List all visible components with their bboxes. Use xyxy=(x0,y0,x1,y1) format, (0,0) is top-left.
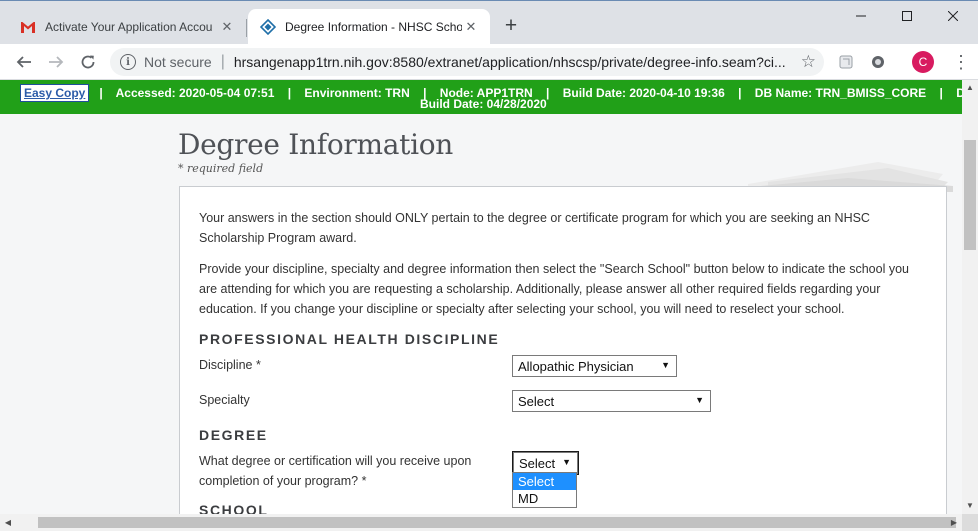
dropdown-arrow-icon: ▼ xyxy=(661,360,670,370)
degree-option-select[interactable]: Select xyxy=(513,473,576,490)
intro-paragraph-1: Your answers in the section should ONLY … xyxy=(199,211,870,245)
required-field-note: * required field xyxy=(178,162,264,175)
extension-icon[interactable] xyxy=(836,52,856,72)
page-title: Degree Information xyxy=(178,128,454,161)
url-text[interactable]: hrsangenapp1trn.nih.gov:8580/extranet/ap… xyxy=(234,54,789,70)
dropdown-arrow-icon: ▼ xyxy=(695,395,704,405)
tab-title: Degree Information - NHSC Scho xyxy=(285,20,462,34)
horizontal-scroll-thumb[interactable] xyxy=(38,517,956,528)
info-icon[interactable]: i xyxy=(120,54,136,70)
reload-icon[interactable] xyxy=(76,50,100,74)
new-tab-button[interactable]: + xyxy=(500,15,522,37)
browser-toolbar: i Not secure | hrsangenapp1trn.nih.gov:8… xyxy=(0,44,978,80)
record-extension-icon[interactable] xyxy=(868,52,888,72)
degree-option-md[interactable]: MD xyxy=(513,490,576,507)
vertical-scrollbar[interactable]: ▲ ▼ xyxy=(962,80,978,514)
discipline-select-value: Allopathic Physician xyxy=(518,358,634,374)
close-icon[interactable]: ✕ xyxy=(462,18,480,36)
easy-copy-link[interactable]: Easy Copy xyxy=(20,84,90,102)
degree-question-label: What degree or certification will you re… xyxy=(199,454,472,488)
specialty-label: Specialty xyxy=(199,393,250,407)
menu-kebab-icon[interactable]: ⋮ xyxy=(952,51,970,73)
avatar[interactable]: C xyxy=(912,51,934,73)
tab-title: Activate Your Application Accou xyxy=(45,20,213,34)
scroll-up-arrow-icon[interactable]: ▲ xyxy=(962,80,978,96)
security-label: Not secure xyxy=(144,54,212,70)
tab-strip: Activate Your Application Accou ✕ Degree… xyxy=(0,0,978,45)
divider: | xyxy=(220,53,225,70)
tab-degree-information[interactable]: Degree Information - NHSC Scho ✕ xyxy=(248,9,490,45)
degree-select[interactable]: Select ▼ xyxy=(512,451,579,475)
page-viewport: Easy Copy | Accessed: 2020-05-04 07:51 | … xyxy=(0,80,962,514)
minimize-icon[interactable] xyxy=(838,1,884,31)
window-close-icon[interactable] xyxy=(930,1,976,31)
degree-dropdown-list[interactable]: Select MD xyxy=(512,472,577,508)
back-arrow-icon[interactable] xyxy=(12,50,36,74)
scroll-right-arrow-icon[interactable]: ▶ xyxy=(946,514,962,531)
section-heading-discipline: PROFESSIONAL HEALTH DISCIPLINE xyxy=(199,331,500,347)
environment-bar: Easy Copy | Accessed: 2020-05-04 07:51 | … xyxy=(0,80,962,114)
gmail-icon xyxy=(20,19,36,35)
section-heading-school: SCHOOL xyxy=(199,502,269,514)
tab-separator xyxy=(246,19,247,37)
scroll-down-arrow-icon[interactable]: ▼ xyxy=(962,498,978,514)
db-build-date: Build Date: 04/28/2020 xyxy=(420,97,547,111)
scroll-left-arrow-icon[interactable]: ◀ xyxy=(0,514,16,531)
address-bar[interactable]: i Not secure | hrsangenapp1trn.nih.gov:8… xyxy=(110,48,824,76)
dropdown-arrow-icon: ▼ xyxy=(562,457,571,467)
section-heading-degree: DEGREE xyxy=(199,427,268,443)
close-icon[interactable]: ✕ xyxy=(218,18,236,36)
vertical-scroll-thumb[interactable] xyxy=(964,140,976,250)
specialty-select-value: Select xyxy=(518,393,555,409)
maximize-icon[interactable] xyxy=(884,1,930,31)
star-icon[interactable]: ☆ xyxy=(801,52,816,72)
intro-paragraph-2: Provide your discipline, specialty and d… xyxy=(199,262,909,316)
scrollbar-corner xyxy=(962,514,978,531)
tab-gmail[interactable]: Activate Your Application Accou ✕ xyxy=(8,9,246,45)
degree-select-value: Select xyxy=(519,455,556,471)
horizontal-scrollbar[interactable]: ◀ ▶ xyxy=(0,514,962,531)
degree-form-card: Your answers in the section should ONLY … xyxy=(179,186,947,514)
hrsa-icon xyxy=(260,19,276,35)
forward-arrow-icon[interactable] xyxy=(44,50,68,74)
discipline-label: Discipline * xyxy=(199,358,261,372)
specialty-select[interactable]: Select ▼ xyxy=(512,390,711,412)
discipline-select[interactable]: Allopathic Physician ▼ xyxy=(512,355,677,377)
